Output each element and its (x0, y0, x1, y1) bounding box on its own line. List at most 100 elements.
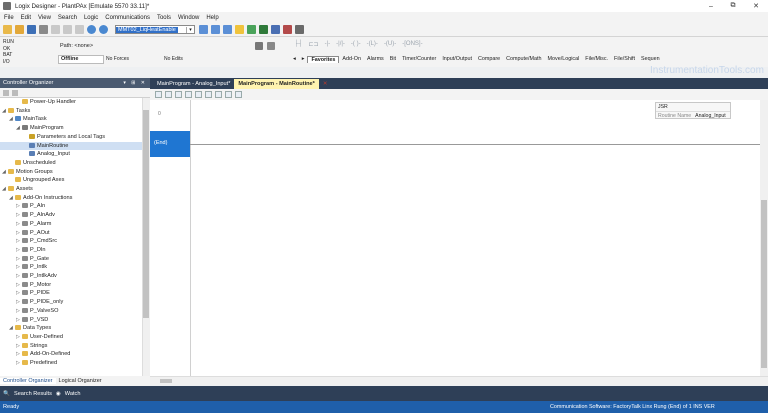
zoom-out-icon[interactable] (165, 91, 172, 98)
close-tab-icon[interactable]: ✕ (319, 79, 332, 89)
tree-node[interactable]: ◢ Tasks (0, 107, 142, 116)
tree-node[interactable]: Parameters and Local Tags (0, 133, 142, 142)
tree-node[interactable]: Analog_Input (0, 150, 142, 159)
tab-compute-math[interactable]: Compute/Math (503, 56, 544, 62)
tab-move-logical[interactable]: Move/Logical (545, 56, 583, 62)
ladder-editor[interactable]: 0 JSR Routine Name Analog_Input (End) (150, 100, 760, 376)
go-back-icon[interactable] (199, 25, 208, 34)
menu-search[interactable]: Search (58, 15, 77, 21)
cross-reference-icon[interactable] (271, 25, 280, 34)
editor-horizontal-scrollbar[interactable] (150, 376, 768, 385)
organizer-scroll-thumb[interactable] (143, 110, 149, 318)
refresh-icon[interactable] (223, 25, 232, 34)
view-icon[interactable] (215, 91, 222, 98)
tag-display-icon[interactable] (225, 91, 232, 98)
verify-controller-icon[interactable] (259, 25, 268, 34)
tree-node[interactable]: ◢ MainTask (0, 115, 142, 124)
tab-search-results[interactable]: Search Results (14, 391, 52, 397)
who-active-icon[interactable] (267, 42, 275, 50)
tab-watch[interactable]: Watch (65, 391, 81, 397)
network-icon[interactable] (255, 42, 263, 50)
tree-node[interactable]: Unscheduled (0, 159, 142, 168)
tree-node[interactable]: Power-Up Handler (0, 98, 142, 107)
xio-icon[interactable]: -|/|- (336, 41, 345, 50)
tree-node[interactable]: ▷ P_AInAdv (0, 211, 142, 220)
cut-icon[interactable] (51, 25, 60, 34)
print-icon[interactable] (39, 25, 48, 34)
editor-vertical-thumb[interactable] (761, 200, 767, 368)
bookmark-icon[interactable] (205, 91, 212, 98)
tree-node[interactable]: ▷ P_PIDE_only (0, 298, 142, 307)
tree-node[interactable]: ▷ User-Defined (0, 333, 142, 342)
tree-node[interactable]: ◢ MainProgram (0, 124, 142, 133)
controller-mode[interactable]: Offline (58, 55, 104, 64)
menu-tools[interactable]: Tools (157, 15, 171, 21)
verify-icon[interactable] (235, 25, 244, 34)
tree-node[interactable]: Ungrouped Axes (0, 176, 142, 185)
restore-button[interactable]: ⧉ (722, 0, 744, 12)
tree-node[interactable]: ▷ P_Intlk (0, 263, 142, 272)
organizer-window-controls[interactable]: ▾ ⊞ ✕ (123, 78, 147, 88)
rung-down-icon[interactable] (195, 91, 202, 98)
jsr-instruction[interactable]: JSR Routine Name Analog_Input (655, 102, 731, 119)
tab-logical-organizer[interactable]: Logical Organizer (56, 378, 105, 384)
menu-edit[interactable]: Edit (21, 15, 31, 21)
verify-routine-icon[interactable] (247, 25, 256, 34)
new-file-icon[interactable] (3, 25, 12, 34)
tree-node[interactable]: ▷ Predefined (0, 359, 142, 368)
save-icon[interactable] (27, 25, 36, 34)
collapse-all-icon[interactable] (3, 90, 9, 96)
chevron-down-icon[interactable]: ▾ (186, 26, 194, 33)
tab-main-routine[interactable]: MainProgram - MainRoutine* (234, 79, 319, 89)
paste-icon[interactable] (75, 25, 84, 34)
otu-icon[interactable]: -(U)- (384, 41, 396, 50)
tree-node[interactable]: ▷ P_IntlkAdv (0, 272, 142, 281)
verify-icon[interactable] (175, 91, 182, 98)
tab-add-on[interactable]: Add-On (339, 56, 364, 62)
xic-icon[interactable]: -|- (325, 41, 331, 50)
ons-icon[interactable]: -[ONS]- (402, 41, 422, 50)
menu-view[interactable]: View (38, 15, 51, 21)
tab-favorites[interactable]: Favorites (307, 55, 340, 63)
redo-icon[interactable] (99, 25, 108, 34)
palette-scroll-left-icon[interactable]: ◂ (290, 56, 299, 62)
zoom-in-icon[interactable] (155, 91, 162, 98)
palette-scroll-right-icon[interactable]: ▸ (299, 56, 308, 62)
copy-icon[interactable] (63, 25, 72, 34)
tree-node[interactable]: ◢ Add-On Instructions (0, 194, 142, 203)
menu-file[interactable]: File (4, 15, 14, 21)
close-button[interactable]: ✕ (745, 0, 767, 12)
tree-node[interactable]: ▷ Add-On-Defined (0, 350, 142, 359)
tab-file-misc[interactable]: File/Misc. (582, 56, 611, 62)
tree-node[interactable]: ▷ P_AIn (0, 202, 142, 211)
tag-browser-icon[interactable] (295, 25, 304, 34)
browse-logic-icon[interactable] (283, 25, 292, 34)
tree-node[interactable]: ▷ P_AOut (0, 229, 142, 238)
align-icon[interactable] (235, 91, 242, 98)
routine-combo[interactable]: MMT02_LiqHeatEnable ▾ (115, 25, 195, 34)
editor-horizontal-thumb[interactable] (160, 379, 172, 383)
jsr-parameter[interactable]: Routine Name Analog_Input (656, 112, 730, 120)
tree-node[interactable]: ◢ Data Types (0, 324, 142, 333)
tab-analog-input-routine[interactable]: MainProgram - Analog_Input* (153, 79, 234, 89)
tab-alarms[interactable]: Alarms (364, 56, 387, 62)
tree-node[interactable]: ▷ P_PIDE (0, 289, 142, 298)
tree-node[interactable]: ▷ P_Alarm (0, 220, 142, 229)
expand-all-icon[interactable] (12, 90, 18, 96)
tab-input-output[interactable]: Input/Output (439, 56, 475, 62)
tree-node[interactable]: ▷ P_Motor (0, 281, 142, 290)
rung-icon[interactable]: ├┤ (294, 41, 303, 50)
menu-logic[interactable]: Logic (84, 15, 98, 21)
tree-node[interactable]: ▷ Strings (0, 342, 142, 351)
tree-node[interactable]: ◢ Assets (0, 185, 142, 194)
go-forward-icon[interactable] (211, 25, 220, 34)
tab-bit[interactable]: Bit (387, 56, 399, 62)
forces-status[interactable]: No Forces (106, 55, 162, 64)
tab-sequencer[interactable]: Sequen (638, 56, 663, 62)
menu-communications[interactable]: Communications (105, 15, 150, 21)
undo-icon[interactable] (87, 25, 96, 34)
tree-node[interactable]: ▷ P_Gate (0, 255, 142, 264)
open-folder-icon[interactable] (15, 25, 24, 34)
ote-icon[interactable]: -( )- (351, 41, 361, 50)
tree-node[interactable]: ▷ P_CmdSrc (0, 237, 142, 246)
